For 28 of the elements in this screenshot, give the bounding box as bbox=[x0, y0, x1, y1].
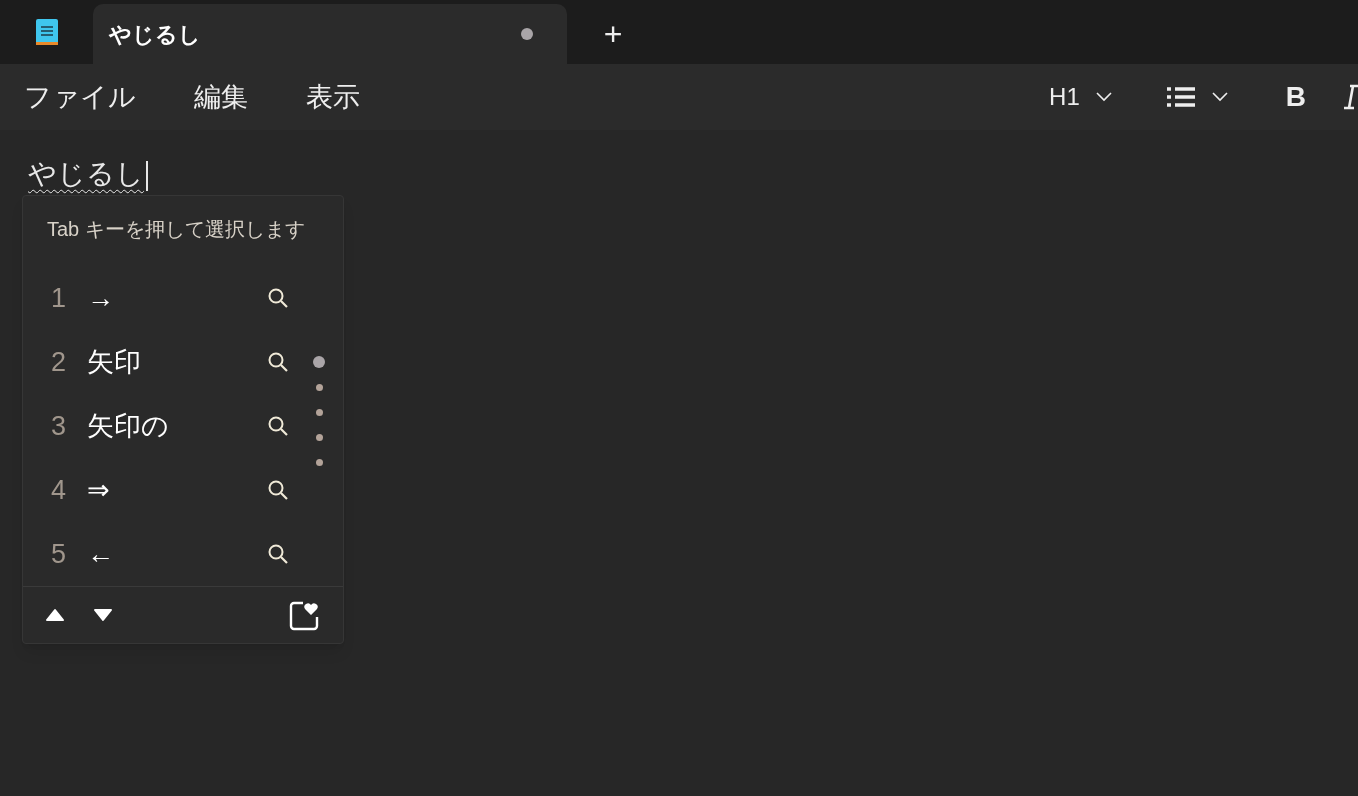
candidate-item[interactable]: 5 ← bbox=[23, 522, 313, 586]
notepad-icon bbox=[34, 18, 59, 46]
search-icon[interactable] bbox=[267, 543, 289, 565]
candidate-item[interactable]: 3 矢印の bbox=[23, 394, 313, 458]
search-icon[interactable] bbox=[267, 415, 289, 437]
new-tab-button[interactable]: + bbox=[583, 4, 643, 64]
menu-item[interactable]: ファイル bbox=[24, 76, 136, 118]
candidate-item[interactable]: 1 → bbox=[23, 266, 313, 330]
chevron-down-icon bbox=[1095, 92, 1112, 102]
page-up-icon[interactable] bbox=[45, 607, 65, 623]
menu-item[interactable]: 編集 bbox=[194, 76, 248, 118]
italic-icon[interactable] bbox=[1344, 82, 1358, 112]
bold-button[interactable]: B bbox=[1281, 76, 1310, 118]
list-icon bbox=[1165, 86, 1196, 108]
chevron-down-icon bbox=[1211, 92, 1228, 102]
page-down-icon[interactable] bbox=[93, 607, 113, 623]
heading-dropdown[interactable]: H1 bbox=[1041, 79, 1120, 115]
candidate-item[interactable]: 2 矢印 bbox=[23, 330, 313, 394]
hint-text: Tab キーを押して選択します bbox=[47, 217, 305, 242]
editor-text: やじるし bbox=[28, 160, 144, 191]
tab[interactable]: やじるし bbox=[93, 4, 567, 64]
menu-item[interactable]: 表示 bbox=[306, 76, 360, 118]
search-icon[interactable] bbox=[267, 287, 289, 309]
search-icon[interactable] bbox=[267, 479, 289, 501]
favorite-icon[interactable] bbox=[289, 599, 321, 631]
candidate-item[interactable]: 4 ⇒ bbox=[23, 458, 313, 522]
search-icon[interactable] bbox=[267, 351, 289, 373]
text-cursor bbox=[146, 161, 148, 191]
